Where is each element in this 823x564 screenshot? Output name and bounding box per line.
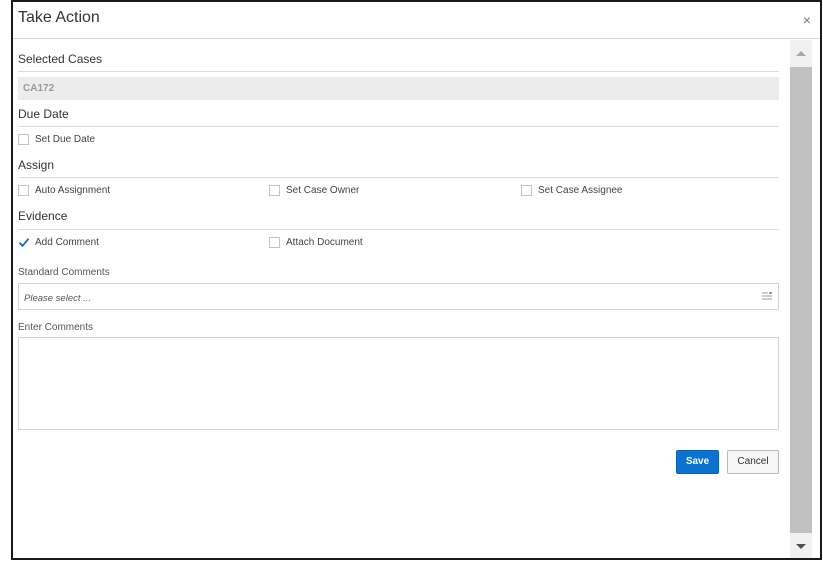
- list-icon[interactable]: [762, 292, 772, 301]
- checkbox-box[interactable]: [269, 185, 280, 196]
- attach-document-checkbox[interactable]: Attach Document: [269, 237, 363, 248]
- add-comment-checkbox[interactable]: Add Comment: [18, 237, 99, 248]
- checkbox-box[interactable]: [18, 185, 29, 196]
- section-title-evidence: Evidence: [18, 209, 68, 223]
- standard-comments-select[interactable]: Please select ...: [18, 283, 779, 310]
- checkbox-box[interactable]: [269, 237, 280, 248]
- checkbox-label: Set Case Owner: [286, 185, 360, 196]
- checkbox-label: Attach Document: [286, 237, 363, 248]
- set-due-date-checkbox[interactable]: Set Due Date: [18, 134, 95, 145]
- set-case-assignee-checkbox[interactable]: Set Case Assignee: [521, 185, 623, 196]
- checkbox-box[interactable]: [18, 134, 29, 145]
- take-action-dialog: Take Action × Selected Cases CA172 Due D…: [11, 0, 822, 560]
- standard-comments-label: Standard Comments: [18, 267, 110, 278]
- cancel-button[interactable]: Cancel: [727, 450, 779, 474]
- comments-textarea[interactable]: [18, 337, 779, 430]
- enter-comments-label: Enter Comments: [18, 322, 94, 333]
- checkbox-label: Add Comment: [35, 237, 99, 248]
- section-title-due-date: Due Date: [18, 107, 69, 121]
- divider: [18, 177, 779, 178]
- dialog-title: Take Action: [18, 9, 100, 26]
- divider: [18, 71, 779, 72]
- auto-assignment-checkbox[interactable]: Auto Assignment: [18, 185, 110, 196]
- checkbox-label: Set Due Date: [35, 134, 96, 145]
- divider: [18, 126, 779, 127]
- scroll-up-button[interactable]: [790, 40, 812, 67]
- scrollbar-thumb[interactable]: [790, 67, 812, 533]
- close-icon[interactable]: ×: [800, 13, 814, 27]
- section-title-selected-cases: Selected Cases: [18, 52, 103, 66]
- section-title-assign: Assign: [18, 158, 55, 172]
- selected-case-value: CA172: [18, 77, 779, 100]
- set-case-owner-checkbox[interactable]: Set Case Owner: [269, 185, 359, 196]
- checkmark-icon: [18, 238, 30, 248]
- dialog-titlebar: Take Action ×: [13, 2, 820, 39]
- vertical-scrollbar[interactable]: [790, 40, 812, 558]
- checkbox-label: Auto Assignment: [35, 185, 111, 196]
- save-button[interactable]: Save: [676, 450, 719, 474]
- dialog-content: Selected Cases CA172 Due Date Set Due Da…: [18, 40, 780, 558]
- divider: [18, 229, 779, 230]
- scroll-down-button[interactable]: [790, 534, 812, 558]
- caret-up-icon: [796, 51, 806, 56]
- select-placeholder: Please select ...: [24, 293, 92, 304]
- checkbox-box[interactable]: [521, 185, 532, 196]
- checkbox-label: Set Case Assignee: [538, 185, 623, 196]
- caret-down-icon: [796, 544, 806, 549]
- checkbox-box-checked[interactable]: [18, 237, 30, 248]
